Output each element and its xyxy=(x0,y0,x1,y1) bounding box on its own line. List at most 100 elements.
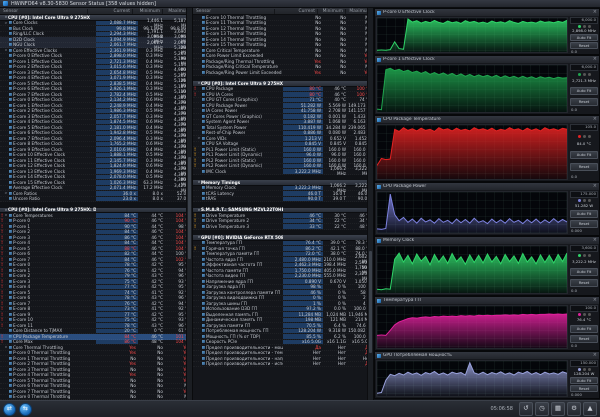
current-value: 76 °C xyxy=(96,268,138,273)
close-icon[interactable]: × xyxy=(593,353,597,358)
sensor-row[interactable]: Предел производительности - использовани… xyxy=(193,361,373,367)
sensor-name-cell: E-core 1 Effective Clock xyxy=(4,103,96,108)
inactive-series-dot[interactable] xyxy=(587,199,591,203)
left-sensor-table-header[interactable]: Sensor Current Minimum Maximum xyxy=(0,8,192,15)
sensor-label: Частота памяти ГП xyxy=(206,267,249,273)
close-icon[interactable]: × xyxy=(593,10,597,15)
column-header-current[interactable]: Current xyxy=(87,8,132,14)
tree-expander-icon[interactable]: > xyxy=(197,136,201,140)
current-value: 86 °C xyxy=(96,339,138,344)
auto-fit-button[interactable]: Auto Fit xyxy=(570,267,598,276)
column-header-sensor[interactable]: Sensor xyxy=(0,9,87,14)
graph-plot-area[interactable] xyxy=(376,245,568,294)
collapse-icon[interactable]: ▲ xyxy=(583,402,597,416)
settings-gear-icon[interactable]: ⚙ xyxy=(567,402,581,416)
minimum-value: 0.670 V xyxy=(329,278,346,284)
active-series-dot[interactable] xyxy=(577,73,581,77)
left-sensor-table-scrollbar[interactable] xyxy=(186,8,192,400)
inactive-series-dot[interactable] xyxy=(582,73,586,77)
auto-fit-button[interactable]: Auto Fit xyxy=(570,377,598,385)
tree-expander-icon[interactable]: > xyxy=(4,191,8,195)
reset-button[interactable]: Reset xyxy=(570,385,598,393)
series-indicator-dots[interactable] xyxy=(570,73,598,77)
auto-fit-button[interactable]: Auto Fit xyxy=(570,150,598,159)
graph-titlebar[interactable]: P-core 0 Effective Clock × xyxy=(375,9,599,16)
column-header-minimum[interactable]: Minimum xyxy=(132,8,162,14)
inactive-series-dot[interactable] xyxy=(587,134,591,138)
close-icon[interactable]: × xyxy=(593,184,597,189)
graph-plot-area[interactable] xyxy=(376,360,568,397)
close-icon[interactable]: × xyxy=(593,238,597,243)
current-value: 3,222.2 MHz xyxy=(283,169,323,174)
active-series-dot[interactable] xyxy=(577,134,581,138)
graph-title: P-core 0 Effective Clock xyxy=(383,10,435,15)
reset-button[interactable]: Reset xyxy=(570,219,598,228)
close-icon[interactable]: × xyxy=(593,57,597,62)
tree-expander-icon[interactable]: v xyxy=(4,345,8,349)
close-icon[interactable]: × xyxy=(593,298,597,303)
column-header-sensor[interactable]: Sensor xyxy=(193,9,274,14)
auto-fit-button[interactable]: Auto Fit xyxy=(570,86,598,95)
inactive-series-dot[interactable] xyxy=(582,313,586,317)
scrollbar-thumb[interactable] xyxy=(369,251,372,353)
sensor-type-icon xyxy=(202,164,205,168)
graph-plot-area[interactable] xyxy=(376,191,568,234)
window-titlebar[interactable]: HWiNFO64 v8.30-5830 Sensor Status [358 v… xyxy=(0,0,600,8)
inactive-series-dot[interactable] xyxy=(582,134,586,138)
reset-button[interactable]: Reset xyxy=(570,278,598,287)
column-header-minimum[interactable]: Minimum xyxy=(317,8,345,14)
graph-plot-area[interactable] xyxy=(376,17,568,53)
series-indicator-dots[interactable] xyxy=(570,134,598,138)
graph-titlebar[interactable]: CPU Package Power × xyxy=(375,183,599,190)
inactive-series-dot[interactable] xyxy=(587,313,591,317)
reset-values-icon[interactable]: ↺ xyxy=(519,402,533,416)
sensor-type-icon xyxy=(202,329,205,333)
series-indicator-dots[interactable] xyxy=(570,199,598,203)
reset-button[interactable]: Reset xyxy=(570,97,598,106)
inactive-series-dot[interactable] xyxy=(587,73,591,77)
reset-button[interactable]: Reset xyxy=(570,163,598,172)
inactive-series-dot[interactable] xyxy=(582,254,586,258)
reset-button[interactable]: Reset xyxy=(570,334,598,343)
sensor-name-cell: E-core 1 xyxy=(4,268,96,273)
auto-fit-button[interactable]: Auto Fit xyxy=(570,324,598,333)
logging-icon[interactable]: ▦ xyxy=(551,402,565,416)
sensor-name-cell: P-core 4 Effective Clock xyxy=(4,75,96,80)
active-series-dot[interactable] xyxy=(577,254,581,258)
sensor-type-icon xyxy=(202,197,205,201)
graph-plot-area[interactable] xyxy=(376,124,568,180)
graph-titlebar[interactable]: Memory Clock × xyxy=(375,237,599,244)
close-icon[interactable]: × xyxy=(593,117,597,122)
column-header-current[interactable]: Current xyxy=(274,8,317,14)
middle-sensor-table-scrollbar[interactable] xyxy=(367,8,373,400)
graph-plot-area[interactable] xyxy=(376,64,568,113)
sensor-name-cell: Напряжение ядра ГП xyxy=(197,279,283,284)
graph-titlebar[interactable]: Температура ГП × xyxy=(375,297,599,304)
graph-plot-area[interactable] xyxy=(376,305,568,349)
sensor-type-icon xyxy=(9,345,12,349)
reset-button[interactable]: Reset xyxy=(570,42,598,50)
scrollbar-thumb[interactable] xyxy=(188,156,191,259)
middle-sensor-table-header[interactable]: Sensor Current Minimum Maximum xyxy=(193,8,373,15)
inactive-series-dot[interactable] xyxy=(587,254,591,258)
active-series-dot[interactable] xyxy=(577,313,581,317)
swap-columns-icon[interactable]: ⇄ xyxy=(3,402,16,416)
series-indicator-dots[interactable] xyxy=(570,254,598,258)
sensor-name-cell: E-core 9 xyxy=(4,312,96,317)
graph-titlebar[interactable]: CPU Package Temperature × xyxy=(375,116,599,123)
graph-controls: 105.0 84.0 °C Auto Fit Reset 0.0 xyxy=(569,123,599,181)
clock-icon[interactable]: ◷ xyxy=(535,402,549,416)
inactive-series-dot[interactable] xyxy=(582,199,586,203)
active-series-dot[interactable] xyxy=(577,199,581,203)
graph-titlebar[interactable]: P-core 1 Effective Clock × xyxy=(375,56,599,63)
tree-expander-icon[interactable]: v xyxy=(4,48,8,52)
graph-titlebar[interactable]: GPU Потребляемая мощность × xyxy=(375,352,599,359)
tree-expander-icon[interactable]: v xyxy=(4,213,8,217)
sync-values-icon[interactable]: ⇆ xyxy=(19,402,32,416)
sensor-type-icon xyxy=(9,367,12,371)
tree-expander-icon[interactable]: > xyxy=(4,21,8,25)
auto-fit-button[interactable]: Auto Fit xyxy=(570,34,598,42)
auto-fit-button[interactable]: Auto Fit xyxy=(570,210,598,219)
series-indicator-dots[interactable] xyxy=(570,313,598,317)
minimum-value: 1,024 MB xyxy=(326,311,346,317)
